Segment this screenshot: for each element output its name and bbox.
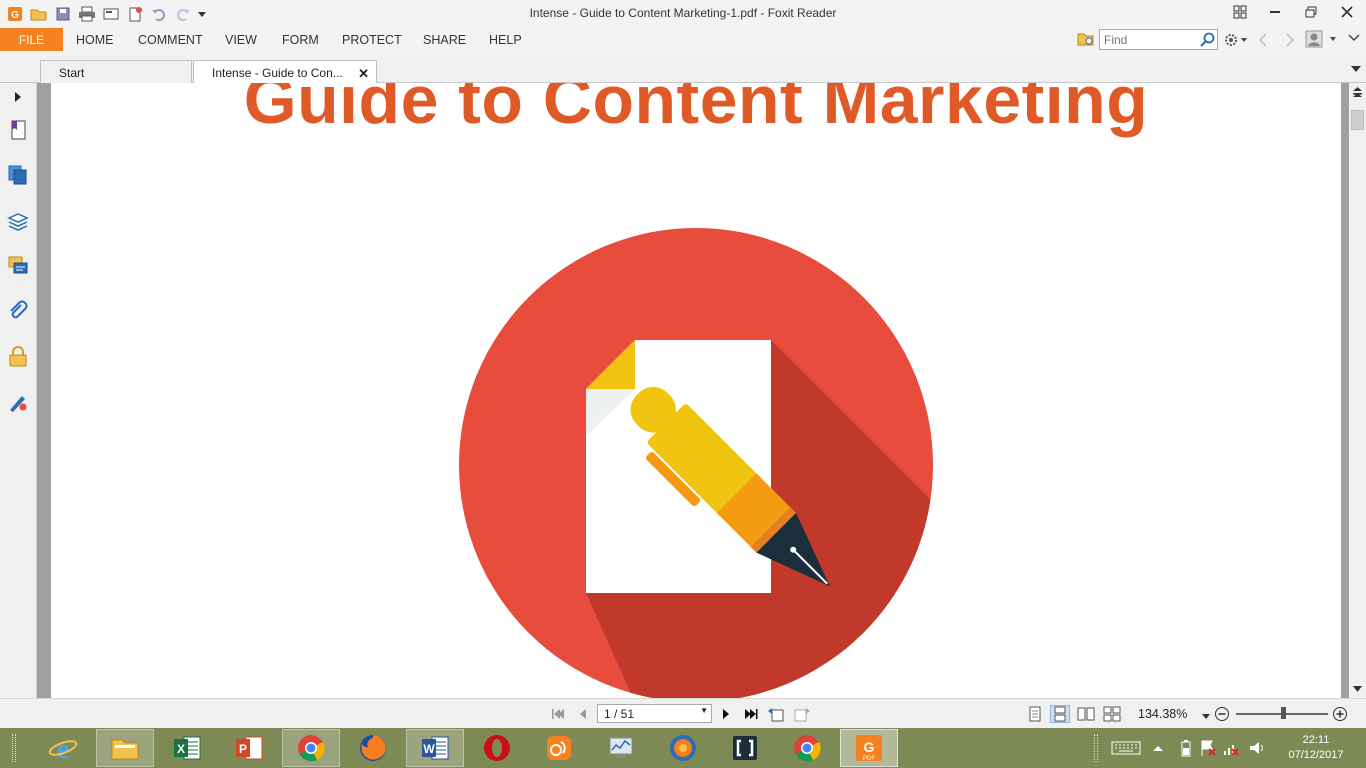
show-hidden-icons-arrow-icon[interactable] bbox=[1152, 738, 1164, 758]
svg-text:e: e bbox=[57, 734, 69, 763]
zoom-slider-thumb[interactable] bbox=[1281, 707, 1286, 719]
firefox-developer-icon[interactable] bbox=[654, 729, 712, 767]
minimize-button[interactable] bbox=[1257, 0, 1293, 24]
zoom-in-icon[interactable] bbox=[1332, 706, 1348, 725]
layers-icon[interactable] bbox=[6, 209, 30, 233]
tab-document-label: Intense - Guide to Con... bbox=[212, 66, 343, 80]
page-thumbnails-icon[interactable] bbox=[6, 163, 30, 187]
network-disconnected-icon[interactable] bbox=[1222, 738, 1240, 758]
left-navigation-panel bbox=[0, 83, 37, 698]
window-title: Intense - Guide to Content Marketing-1.p… bbox=[529, 6, 837, 20]
powerpoint-icon[interactable]: P bbox=[220, 729, 278, 767]
menu-bar: FILE HOME COMMENT VIEW FORM PROTECT SHAR… bbox=[0, 27, 1366, 56]
svg-text:W: W bbox=[423, 742, 435, 756]
restore-button[interactable] bbox=[1293, 0, 1329, 24]
title-bar: G Intense - Guide to Content Marketing-1… bbox=[0, 0, 1366, 27]
tab-start-label: Start bbox=[59, 66, 85, 80]
tray-grip bbox=[1094, 734, 1098, 762]
first-page-icon[interactable] bbox=[548, 705, 568, 723]
volume-icon[interactable] bbox=[1248, 738, 1266, 758]
next-view-icon[interactable] bbox=[792, 705, 812, 723]
file-explorer-icon[interactable] bbox=[96, 729, 154, 767]
svg-text:P: P bbox=[239, 742, 247, 756]
menu-protect[interactable]: PROTECT bbox=[342, 33, 402, 47]
back-arrow-icon[interactable] bbox=[1257, 32, 1269, 51]
uc-browser-icon[interactable] bbox=[530, 729, 588, 767]
security-lock-icon[interactable] bbox=[6, 344, 30, 368]
foxit-reader-taskbar-icon[interactable]: G PDF bbox=[840, 729, 898, 767]
menu-help[interactable]: HELP bbox=[489, 33, 522, 47]
tab-document[interactable]: Intense - Guide to Con... ✕ bbox=[193, 60, 377, 84]
close-button[interactable] bbox=[1329, 0, 1365, 24]
collapse-ribbon-icon[interactable] bbox=[1348, 32, 1360, 51]
settings-gear-icon[interactable] bbox=[1224, 32, 1248, 51]
menu-comment[interactable]: COMMENT bbox=[138, 33, 203, 47]
bracket-app-icon[interactable] bbox=[716, 729, 774, 767]
flag-alert-icon[interactable] bbox=[1199, 738, 1217, 758]
folder-search-icon[interactable] bbox=[1077, 31, 1095, 50]
chrome-icon[interactable] bbox=[282, 729, 340, 767]
find-field[interactable] bbox=[1099, 29, 1218, 50]
page-number-field[interactable]: 1 / 51 ▼ bbox=[597, 704, 712, 723]
menu-form[interactable]: FORM bbox=[282, 33, 319, 47]
zoom-dropdown-icon[interactable] bbox=[1202, 709, 1210, 723]
file-menu-button[interactable]: FILE bbox=[0, 28, 63, 51]
scroll-down-arrow-icon[interactable] bbox=[1352, 683, 1363, 697]
taskbar-grip bbox=[12, 734, 16, 762]
signature-pen-icon[interactable] bbox=[6, 390, 30, 414]
system-clock[interactable]: 22:11 07/12/2017 bbox=[1276, 733, 1356, 763]
tab-close-icon[interactable]: ✕ bbox=[358, 66, 369, 82]
touch-keyboard-icon[interactable] bbox=[1111, 738, 1141, 758]
performance-monitor-icon[interactable] bbox=[592, 729, 650, 767]
battery-icon[interactable] bbox=[1180, 738, 1192, 758]
page-dropdown-icon[interactable]: ▼ bbox=[700, 706, 708, 715]
word-icon[interactable]: W bbox=[406, 729, 464, 767]
vertical-scrollbar[interactable] bbox=[1349, 83, 1366, 698]
continuous-facing-view-icon[interactable] bbox=[1102, 705, 1122, 723]
zoom-level[interactable]: 134.38% bbox=[1138, 707, 1187, 721]
svg-text:PDF: PDF bbox=[863, 756, 875, 762]
opera-icon[interactable] bbox=[468, 729, 526, 767]
last-page-icon[interactable] bbox=[741, 705, 761, 723]
previous-page-icon[interactable] bbox=[573, 705, 593, 723]
document-tab-bar: Start Intense - Guide to Con... ✕ bbox=[0, 56, 1366, 84]
clock-time: 22:11 bbox=[1302, 734, 1330, 746]
scroll-up-arrow-icon[interactable] bbox=[1352, 85, 1363, 106]
content-writing-illustration bbox=[459, 228, 933, 698]
page-indicator: 1 / 51 bbox=[604, 707, 635, 721]
scrollbar-thumb[interactable] bbox=[1351, 110, 1364, 130]
menu-home[interactable]: HOME bbox=[76, 33, 114, 47]
svg-text:X: X bbox=[177, 742, 185, 756]
internet-explorer-icon[interactable]: e bbox=[34, 729, 92, 767]
previous-view-icon[interactable] bbox=[766, 705, 786, 723]
menu-view[interactable]: VIEW bbox=[225, 33, 257, 47]
svg-text:G: G bbox=[864, 739, 875, 755]
user-account-icon[interactable] bbox=[1305, 30, 1339, 51]
search-icon[interactable] bbox=[1200, 32, 1215, 50]
forward-arrow-icon[interactable] bbox=[1284, 32, 1296, 51]
attachments-paperclip-icon[interactable] bbox=[6, 299, 30, 323]
excel-icon[interactable]: X bbox=[158, 729, 216, 767]
tab-list-dropdown-icon[interactable] bbox=[1350, 63, 1362, 77]
find-input[interactable] bbox=[1100, 30, 1196, 49]
single-page-view-icon[interactable] bbox=[1025, 705, 1045, 723]
facing-view-icon[interactable] bbox=[1076, 705, 1096, 723]
comments-icon[interactable] bbox=[6, 254, 30, 278]
expand-panel-arrow-icon[interactable] bbox=[6, 85, 30, 109]
clock-date: 07/12/2017 bbox=[1288, 749, 1344, 761]
firefox-icon[interactable] bbox=[344, 729, 402, 767]
pdf-page: Guide to Content Marketing bbox=[51, 83, 1341, 698]
ribbon-display-icon[interactable] bbox=[1222, 0, 1258, 24]
chrome-second-icon[interactable] bbox=[778, 729, 836, 767]
tab-start[interactable]: Start bbox=[40, 60, 192, 83]
windows-taskbar: e X P W G PDF 22:11 07/12/2017 bbox=[0, 728, 1366, 768]
bookmark-icon[interactable] bbox=[6, 118, 30, 142]
menu-share[interactable]: SHARE bbox=[423, 33, 466, 47]
status-bar: 1 / 51 ▼ 134.38% bbox=[0, 698, 1366, 728]
zoom-out-icon[interactable] bbox=[1214, 706, 1230, 725]
next-page-icon[interactable] bbox=[716, 705, 736, 723]
continuous-view-icon[interactable] bbox=[1050, 705, 1070, 723]
